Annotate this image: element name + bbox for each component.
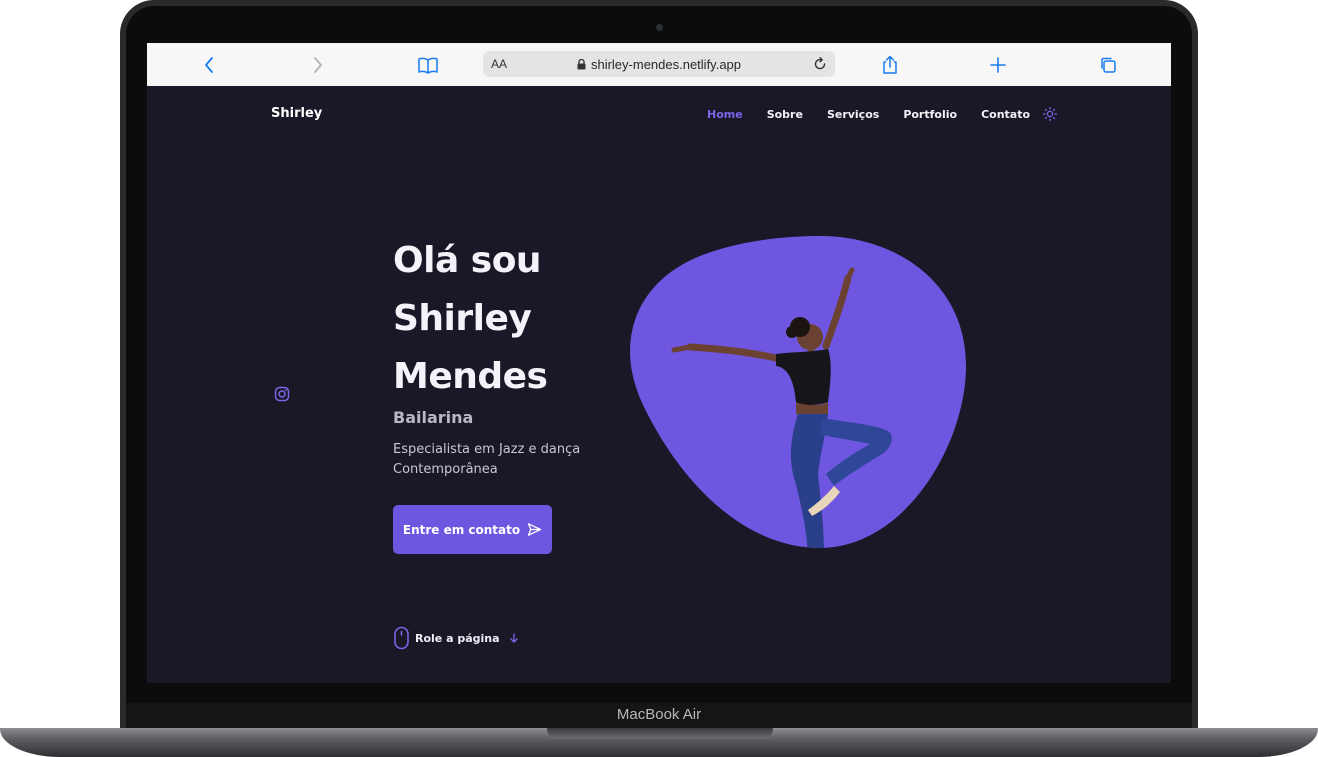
url-display: shirley-mendes.netlify.app: [483, 51, 835, 77]
nav-item-contato[interactable]: Contato: [981, 108, 1030, 121]
bookmarks-button[interactable]: [413, 50, 443, 80]
chevron-right-icon: [314, 57, 322, 73]
website-page: Shirley Home Sobre Serviços Portfolio Co…: [147, 86, 1171, 683]
browser-toolbar: AA shirley-mendes.netlify.app: [147, 43, 1171, 86]
scroll-down-link[interactable]: Role a página: [393, 626, 520, 650]
main-nav: Home Sobre Serviços Portfolio Contato: [707, 106, 1058, 122]
forward-button[interactable]: [303, 50, 333, 80]
url-text: shirley-mendes.netlify.app: [590, 56, 742, 72]
macbook-mockup: AA shirley-mendes.netlify.app Shirley Ho…: [0, 0, 1318, 757]
plus-icon: [990, 57, 1006, 73]
mouse-icon: [394, 626, 409, 650]
share-button[interactable]: [875, 50, 905, 80]
hero-description: Especialista em Jazz e dança Contemporân…: [393, 442, 581, 477]
send-icon: [527, 523, 542, 536]
hero-image: [630, 234, 968, 548]
nav-item-servicos[interactable]: Serviços: [827, 108, 879, 121]
device-model-label: MacBook Air: [616, 706, 702, 723]
site-logo[interactable]: Shirley: [271, 106, 322, 121]
new-tab-button[interactable]: [983, 50, 1013, 80]
camera-dot: [656, 24, 663, 31]
hero-title-line: Mendes: [393, 356, 548, 397]
nav-item-portfolio[interactable]: Portfolio: [903, 108, 957, 121]
nav-item-home[interactable]: Home: [707, 108, 743, 121]
theme-toggle-button[interactable]: [1042, 106, 1058, 122]
instagram-icon: [274, 386, 290, 402]
browser-screen: AA shirley-mendes.netlify.app Shirley Ho…: [147, 43, 1171, 683]
lock-icon: [577, 58, 586, 69]
reload-icon: [814, 57, 826, 70]
cta-label: Entre em contato: [402, 522, 521, 537]
reload-button[interactable]: [809, 53, 831, 75]
hero-subtitle: Bailarina: [393, 408, 474, 427]
hero-blob: [630, 236, 966, 548]
tabs-overview-button[interactable]: [1093, 50, 1123, 80]
contact-cta-button[interactable]: Entre em contato: [393, 505, 552, 554]
nav-item-sobre[interactable]: Sobre: [767, 108, 803, 121]
sun-icon: [1043, 107, 1058, 121]
hero-title: Olá sou Shirley Mendes: [393, 232, 548, 406]
address-bar[interactable]: AA shirley-mendes.netlify.app: [483, 51, 835, 77]
share-icon: [883, 55, 897, 74]
arrow-down-icon: [509, 633, 518, 643]
instagram-link[interactable]: [274, 386, 290, 402]
book-icon: [418, 57, 438, 74]
tabs-icon: [1101, 57, 1116, 73]
scroll-label: Role a página: [415, 631, 500, 645]
chevron-left-icon: [205, 57, 213, 73]
hero-title-line: Shirley: [393, 298, 532, 339]
hero-title-line: Olá sou: [393, 240, 542, 281]
back-button[interactable]: [194, 50, 224, 80]
laptop-opening-notch: [547, 728, 773, 739]
